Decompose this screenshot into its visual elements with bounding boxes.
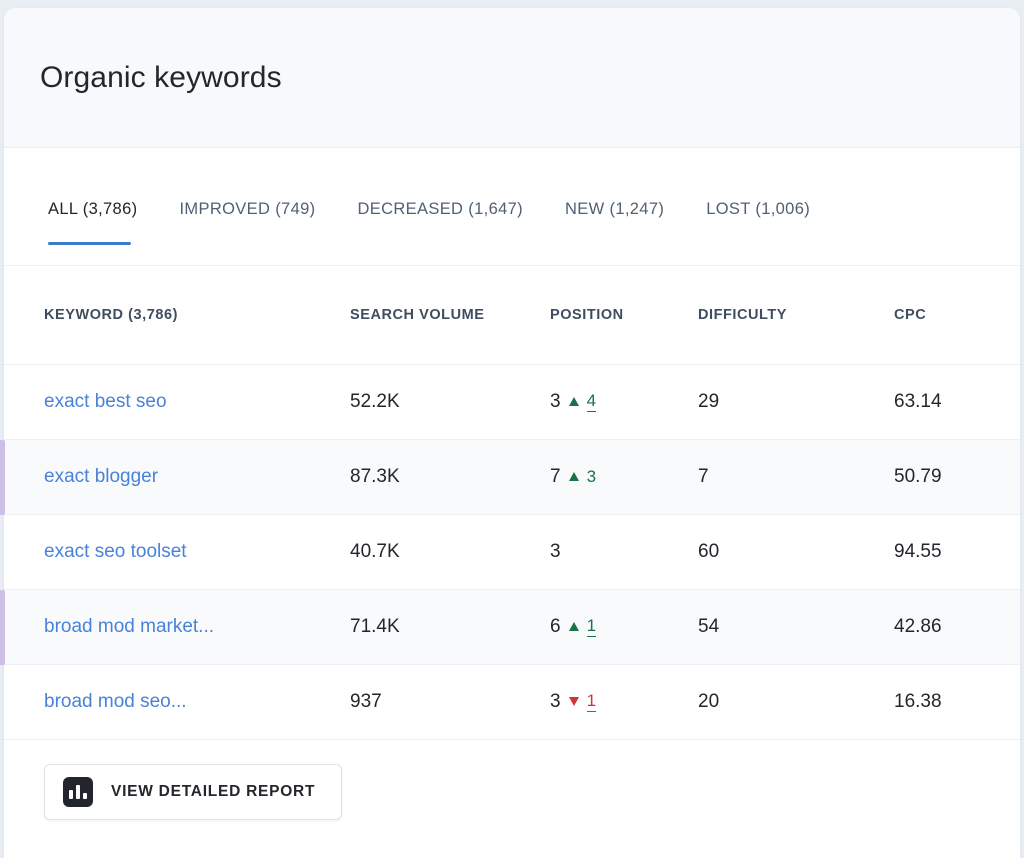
organic-keywords-card: Organic keywords ALL (3,786) IMPROVED (74… [4,8,1020,858]
arrow-up-icon [569,472,579,481]
cell-difficulty: 29 [698,365,894,440]
cell-search-volume: 87.3K [350,440,550,515]
column-header-keyword[interactable]: KEYWORD (3,786) [4,266,350,365]
cell-search-volume: 40.7K [350,515,550,590]
table-row[interactable]: broad mod market...71.4K615442.86 [4,590,1020,665]
position-group: 61 [550,616,698,638]
keyword-link[interactable]: exact best seo [44,391,167,412]
tab-lost[interactable]: LOST (1,006) [706,148,810,219]
position-change-value[interactable]: 1 [587,617,596,637]
cell-search-volume: 71.4K [350,590,550,665]
page-root: Organic keywords ALL (3,786) IMPROVED (74… [0,0,1024,858]
position-group: 73 [550,466,698,488]
table-head: KEYWORD (3,786) SEARCH VOLUME POSITION D… [4,266,1020,365]
row-edge-marker [0,440,5,515]
cell-position: 61 [550,590,698,665]
keyword-link[interactable]: broad mod market... [44,616,214,637]
tab-bar: ALL (3,786) IMPROVED (749) DECREASED (1,64… [4,148,1020,266]
cell-keyword: exact seo toolset [4,515,350,590]
tab-new[interactable]: NEW (1,247) [565,148,664,219]
row-edge-marker [0,590,5,665]
cell-difficulty: 7 [698,440,894,515]
position-group: 31 [550,691,698,713]
cell-cpc: 63.14 [894,365,1020,440]
arrow-up-icon [569,622,579,631]
position-value: 6 [550,616,561,638]
cell-cpc: 16.38 [894,665,1020,740]
tab-all[interactable]: ALL (3,786) [48,148,137,219]
cell-cpc: 94.55 [894,515,1020,590]
position-group: 34 [550,391,698,413]
cell-difficulty: 20 [698,665,894,740]
table-row[interactable]: exact best seo52.2K342963.14 [4,365,1020,440]
arrow-down-icon [569,697,579,706]
table-row[interactable]: broad mod seo...937312016.38 [4,665,1020,740]
card-footer: VIEW DETAILED REPORT [4,740,1020,850]
position-group: 3 [550,541,698,563]
column-header-search-volume[interactable]: SEARCH VOLUME [350,266,550,365]
cell-search-volume: 52.2K [350,365,550,440]
cell-keyword: broad mod market... [4,590,350,665]
card-header: Organic keywords [4,8,1020,148]
view-detailed-report-label: VIEW DETAILED REPORT [111,783,315,801]
keyword-link[interactable]: exact seo toolset [44,541,187,562]
table-row[interactable]: exact blogger87.3K73750.79 [4,440,1020,515]
table-header-row: KEYWORD (3,786) SEARCH VOLUME POSITION D… [4,266,1020,365]
cell-position: 73 [550,440,698,515]
position-value: 3 [550,541,561,563]
cell-position: 31 [550,665,698,740]
table-body: exact best seo52.2K342963.14exact blogge… [4,365,1020,740]
column-header-difficulty[interactable]: DIFFICULTY [698,266,894,365]
cell-difficulty: 60 [698,515,894,590]
cell-cpc: 50.79 [894,440,1020,515]
cell-position: 3 [550,515,698,590]
view-detailed-report-button[interactable]: VIEW DETAILED REPORT [44,764,342,820]
table-row[interactable]: exact seo toolset 40.7K3 6094.55 [4,515,1020,590]
arrow-up-icon [569,397,579,406]
position-value: 3 [550,391,561,413]
cell-keyword: exact best seo [4,365,350,440]
keywords-table: KEYWORD (3,786) SEARCH VOLUME POSITION D… [4,266,1020,740]
position-change-value[interactable]: 1 [587,692,596,712]
cell-difficulty: 54 [698,590,894,665]
position-change-value[interactable]: 4 [587,392,596,412]
column-header-position[interactable]: POSITION [550,266,698,365]
position-value: 3 [550,691,561,713]
cell-position: 34 [550,365,698,440]
cell-search-volume: 937 [350,665,550,740]
position-value: 7 [550,466,561,488]
bar-chart-icon [63,777,93,807]
cell-cpc: 42.86 [894,590,1020,665]
position-change-value[interactable]: 3 [587,467,596,487]
cell-keyword: exact blogger [4,440,350,515]
page-title: Organic keywords [40,60,282,96]
tab-decreased[interactable]: DECREASED (1,647) [357,148,523,219]
keyword-link[interactable]: broad mod seo... [44,691,187,712]
cell-keyword: broad mod seo... [4,665,350,740]
keyword-link[interactable]: exact blogger [44,466,158,487]
column-header-cpc[interactable]: CPC [894,266,1020,365]
tab-improved[interactable]: IMPROVED (749) [179,148,315,219]
